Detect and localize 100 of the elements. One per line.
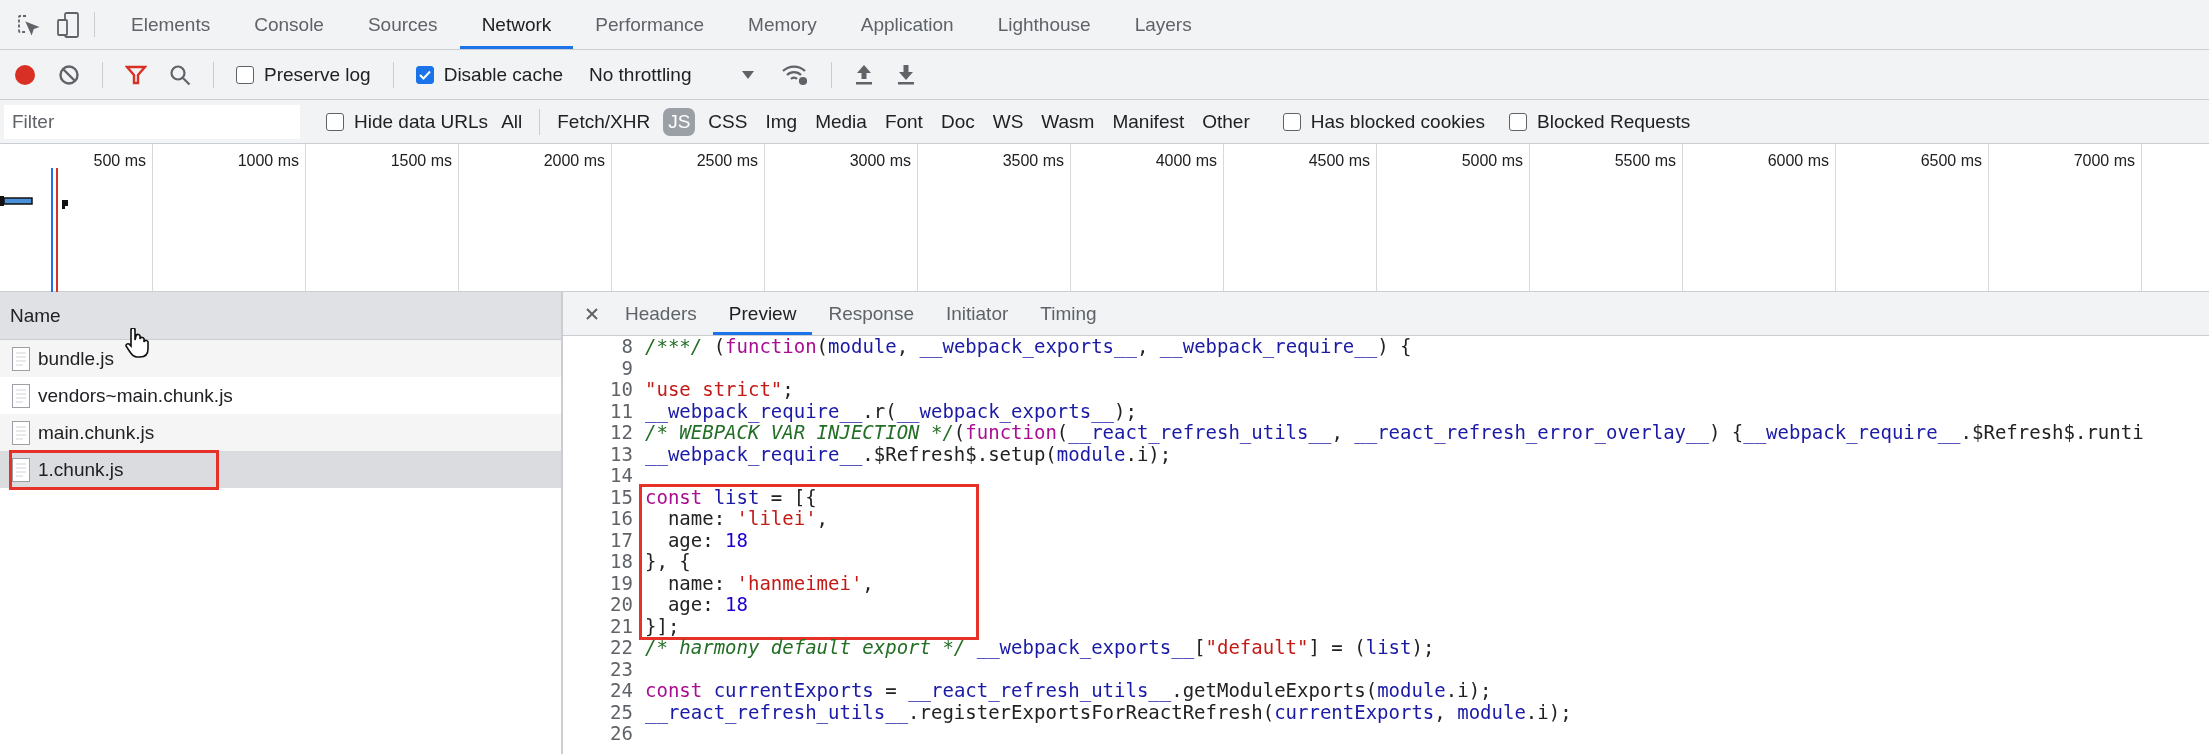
close-icon[interactable] [585,306,599,321]
code-line: /* harmony default export */ __webpack_exports__["default"] = (list); [645,637,1436,659]
code-line: __webpack_require__.r(__webpack_exports__); [645,400,1138,422]
type-filter-button[interactable]: Manifest [1107,107,1190,136]
code-line: }, { [645,551,691,573]
caret-icon [741,69,756,80]
panel-tab[interactable]: Application [838,0,976,49]
time-tick-label: 3500 ms [1002,152,1064,170]
checkbox[interactable] [1509,112,1528,131]
detail-tab[interactable]: Response [812,292,930,335]
line-number: 19 [610,572,633,594]
time-tick-label: 500 ms [93,152,146,170]
line-number: 10 [610,379,633,401]
panel-tab[interactable]: Sources [345,0,460,49]
code-line: const currentExports = __react_refresh_utils__.getModuleExports(module.i); [645,680,1493,702]
type-filter-button[interactable]: Fetch/XHR [552,107,656,136]
filter-icon[interactable] [125,63,147,86]
type-filter-button[interactable]: CSS [703,107,753,136]
line-number: 9 [621,357,633,379]
request-name: main.chunk.js [38,421,155,444]
checkbox-label: Has blocked cookies [1310,110,1486,133]
column-header[interactable]: Name [0,292,561,340]
time-tick-label: 3000 ms [849,152,911,170]
type-filter-button[interactable]: All [496,107,528,136]
time-tick-label: 5500 ms [1614,152,1676,170]
code-line: __react_refresh_utils__.registerExportsForReactRefresh(currentExports, module.i); [645,701,1572,723]
panel-tab[interactable]: Console [232,0,346,49]
detail-tab[interactable]: Headers [609,292,713,335]
panel-tab[interactable]: Layers [1112,0,1214,49]
code-line: "use strict"; [645,379,795,401]
type-filter-button[interactable]: Doc [935,107,980,136]
line-number: 14 [610,465,633,487]
throttling-dropdown[interactable]: No throttling [585,63,760,86]
request-row[interactable]: bundle.js [0,340,561,377]
request-row[interactable]: 1.chunk.js [0,451,561,488]
document-icon [12,457,30,482]
checkbox[interactable] [1282,112,1301,131]
download-icon[interactable] [896,63,917,86]
clear-icon[interactable] [58,63,80,86]
checkbox-label: Blocked Requests [1537,110,1691,133]
time-tick-label: 7000 ms [2073,152,2135,170]
checkbox[interactable] [415,65,434,84]
device-icon[interactable] [56,11,80,38]
code-line: /* WEBPACK VAR INJECTION */(function(__react_refresh_utils__, __react_refresh_error_overlay__) {__webpack_require__.$Refresh$.runti [645,422,2144,444]
type-filter-button[interactable]: Img [760,107,803,136]
line-number: 8 [621,336,633,358]
search-icon[interactable] [169,63,191,86]
line-number: 22 [610,637,633,659]
type-filter-button[interactable]: Wasm [1036,107,1100,136]
request-row[interactable]: main.chunk.js [0,414,561,451]
filter-field[interactable]: Filter [4,104,300,139]
record-icon[interactable] [14,63,36,86]
time-tick-label: 6000 ms [1767,152,1829,170]
panel-tab[interactable]: Elements [109,0,233,49]
panel-tab[interactable]: Memory [726,0,839,49]
document-icon [12,420,30,445]
type-filter-button[interactable]: Media [810,107,872,136]
checkbox-label: Disable cache [443,63,563,86]
hand-cursor-icon [124,328,150,358]
line-number: 15 [610,486,633,508]
type-filter-button[interactable]: Font [879,107,928,136]
checkbox[interactable] [236,65,254,84]
line-number: 20 [610,594,633,616]
code-line: __webpack_require__.$Refresh$.setup(module.i); [645,443,1172,465]
time-tick-label: 4000 ms [1155,152,1217,170]
line-number: 13 [610,443,633,465]
checkbox[interactable] [326,112,344,131]
document-icon [12,346,30,371]
line-number: 23 [610,658,633,680]
checkbox-label: Hide data URLs [354,110,489,133]
line-number: 18 [610,551,633,573]
panel-tab[interactable]: Lighthouse [975,0,1113,49]
code-line: name: 'lilei', [666,508,830,530]
code-line: const list = [{ [645,486,818,508]
request-name: bundle.js [38,347,115,370]
line-number: 26 [610,723,633,745]
time-tick-label: 6500 ms [1920,152,1982,170]
time-tick-label: 5000 ms [1461,152,1523,170]
request-name: 1.chunk.js [38,458,124,481]
code-line: /***/ (function(module, __webpack_exports__, __webpack_require__) { [645,336,1413,358]
inspect-icon[interactable] [16,12,40,37]
line-number: 16 [610,508,633,530]
panel-tab[interactable]: Performance [573,0,727,49]
code-line: age: 18 [666,529,749,551]
line-number: 25 [610,701,633,723]
detail-tab[interactable]: Timing [1024,292,1113,335]
line-number: 21 [610,615,633,637]
time-tick-label: 1000 ms [237,152,299,170]
time-tick-label: 4500 ms [1308,152,1370,170]
request-name: vendors~main.chunk.js [38,384,233,407]
checkbox-label: Preserve log [264,63,371,86]
upload-icon[interactable] [854,63,875,86]
line-number: 24 [610,680,633,702]
time-tick-label: 2500 ms [696,152,758,170]
line-number: 12 [610,422,633,444]
type-filter-button[interactable]: Other [1197,107,1255,136]
wifi-settings-icon[interactable] [781,63,810,86]
detail-tab[interactable]: Initiator [929,292,1025,335]
type-filter-button[interactable]: WS [987,107,1029,136]
line-number: 11 [610,400,633,422]
